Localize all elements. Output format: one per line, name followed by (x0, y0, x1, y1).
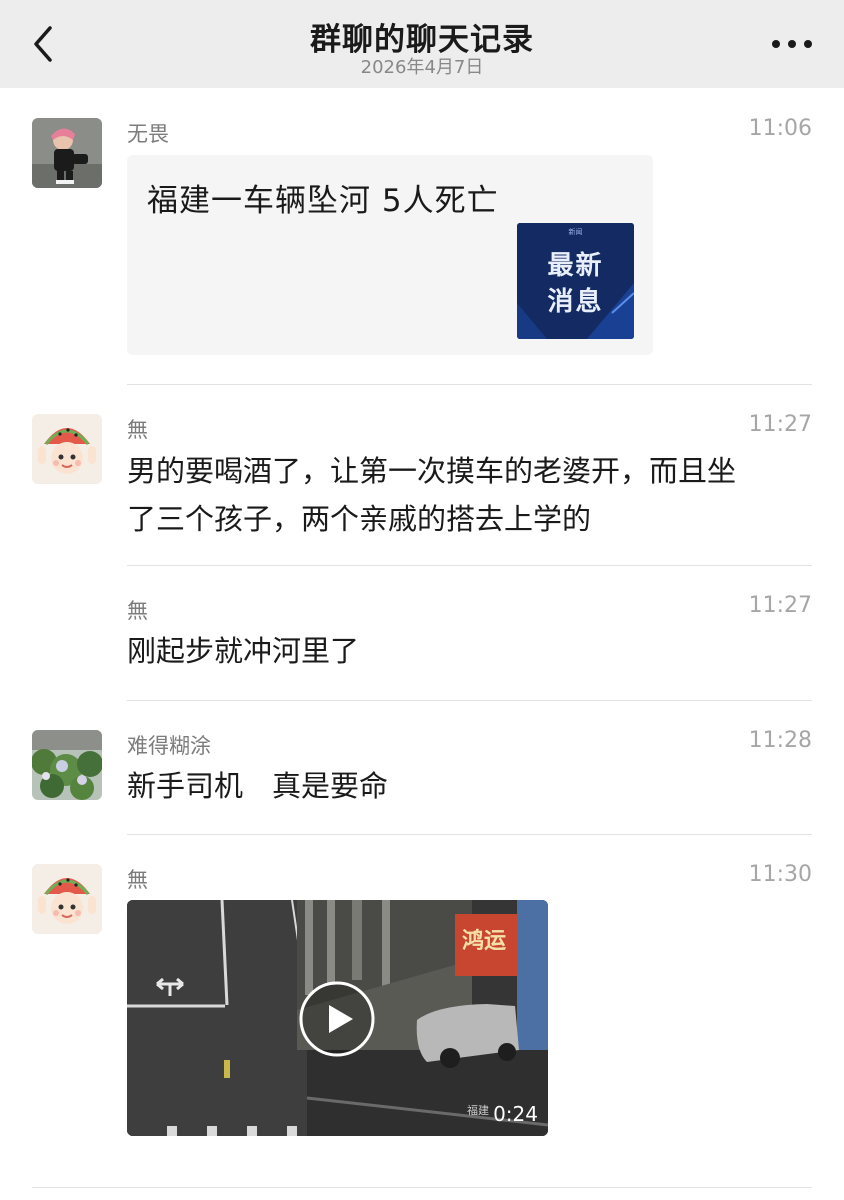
avatar[interactable] (32, 118, 102, 188)
message-text-line: 男的要喝酒了，让第一次摸车的老婆开，而且坐 (127, 454, 737, 488)
card-thumbnail: 新闻 最新 消息 (517, 223, 634, 339)
avatar[interactable] (32, 864, 102, 934)
video-sign-text: 鸿运 (462, 928, 506, 954)
message-time: 11:27 (748, 593, 812, 618)
card-title: 福建一车辆坠河 5人死亡 (147, 183, 499, 219)
message-text[interactable]: 男的要喝酒了，让第一次摸车的老婆开，而且坐 了三个孩子，两个亲戚的搭去上学的 (127, 447, 807, 543)
chat-message: 难得糊涂 11:28 新手司机 真是要命 (0, 701, 844, 835)
sender-name: 无畏 (127, 122, 169, 146)
play-button-icon[interactable] (298, 980, 376, 1058)
sender-name: 無 (127, 599, 148, 623)
sender-name: 难得糊涂 (127, 734, 211, 758)
message-time: 11:30 (748, 862, 812, 887)
news-link-card[interactable]: 福建一车辆坠河 5人死亡 新闻 最新 消息 (127, 155, 653, 355)
message-time: 11:28 (748, 728, 812, 753)
thumbnail-text-line1: 最新 (547, 251, 604, 281)
message-text[interactable]: 刚起步就冲河里了 (127, 627, 807, 675)
chat-message: 無 11:27 刚起步就冲河里了 (0, 566, 844, 700)
avatar[interactable] (32, 414, 102, 484)
thumbnail-text-line2: 消息 (547, 287, 604, 317)
message-text-line: 新手司机 真是要命 (127, 769, 389, 803)
message-text-line: 了三个孩子，两个亲戚的搭去上学的 (127, 502, 592, 536)
message-time: 11:06 (748, 116, 812, 141)
sender-name: 無 (127, 418, 148, 442)
chat-message: 无畏 11:06 福建一车辆坠河 5人死亡 新闻 最新 消息 (0, 0, 844, 385)
message-divider (32, 1187, 812, 1188)
avatar[interactable] (32, 730, 102, 800)
thumbnail-tag: 新闻 (568, 228, 583, 236)
message-text[interactable]: 新手司机 真是要命 (127, 762, 807, 810)
message-text-line: 刚起步就冲河里了 (127, 634, 360, 668)
video-watermark: 福建 (467, 1103, 489, 1117)
sender-name: 無 (127, 868, 148, 892)
chat-message: 無 11:27 男的要喝酒了，让第一次摸车的老婆开，而且坐 了三个孩子，两个亲戚… (0, 385, 844, 565)
message-time: 11:27 (748, 412, 812, 437)
video-duration: 0:24 (493, 1102, 538, 1126)
video-message[interactable]: 鸿运 福建 0:24 (127, 900, 548, 1136)
